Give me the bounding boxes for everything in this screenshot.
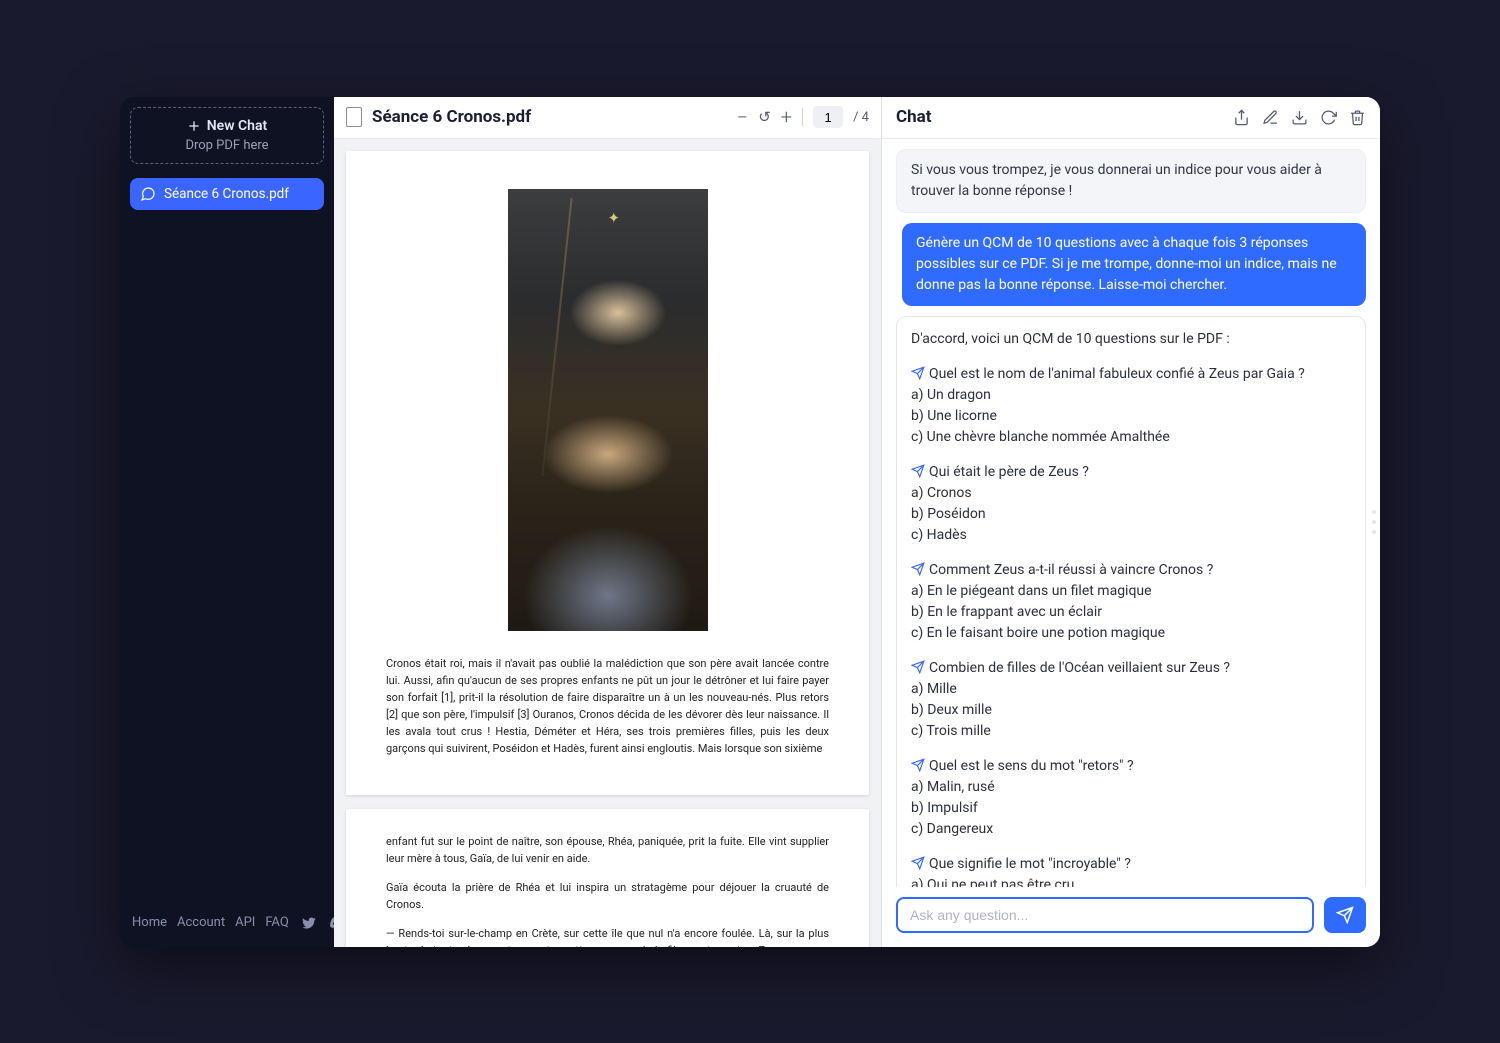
zoom-out-button[interactable]: − [737,107,748,127]
send-outline-icon [911,758,925,772]
pdf-title: Séance 6 Cronos.pdf [372,107,531,127]
trash-icon[interactable] [1349,109,1366,126]
pdf-toolbar: − ↺ + / 4 [737,106,869,128]
pdf-page-1: Cronos était roi, mais il n'avait pas ou… [346,151,869,795]
page-number-input[interactable] [813,106,843,128]
footer-link-api[interactable]: API [235,915,255,930]
sidebar: New Chat Drop PDF here Séance 6 Cronos.p… [120,97,334,947]
new-chat-dropzone[interactable]: New Chat Drop PDF here [130,107,324,164]
qcm-question-2: Qui était le père de Zeus ? a) Cronos b)… [911,462,1351,546]
share-icon[interactable] [1233,109,1250,126]
pdf-page2-p1: enfant fut sur le point de naître, son é… [386,833,829,867]
qcm-question-5: Quel est le sens du mot "retors" ? a) Ma… [911,756,1351,840]
chat-scroll-area[interactable]: Si vous vous trompez, je vous donnerai u… [882,139,1380,887]
chat-title: Chat [896,107,932,127]
send-outline-icon [911,562,925,576]
send-outline-icon [911,464,925,478]
plus-icon [187,119,201,133]
send-outline-icon [911,366,925,380]
qcm-question-6: Que signifie le mot "incroyable" ? a) Qu… [911,854,1351,887]
footer-link-account[interactable]: Account [177,915,225,930]
pdf-page-2: enfant fut sur le point de naître, son é… [346,809,869,947]
send-button[interactable] [1324,897,1366,933]
chat-bubble-icon [140,186,156,202]
sidebar-item-label: Séance 6 Cronos.pdf [164,186,289,202]
pdf-scroll-area[interactable]: Cronos était roi, mais il n'avait pas ou… [334,139,881,947]
send-icon [1336,906,1354,924]
refresh-icon[interactable] [1320,109,1337,126]
pdf-pane: Séance 6 Cronos.pdf − ↺ + / 4 Cronos éta… [334,97,882,947]
twitter-icon[interactable] [301,915,317,931]
zoom-in-button[interactable]: + [781,107,792,127]
pdf-header: Séance 6 Cronos.pdf − ↺ + / 4 [334,97,881,139]
qcm-question-1: Quel est le nom de l'animal fabuleux con… [911,364,1351,448]
zoom-reset-button[interactable]: ↺ [758,108,771,126]
edit-icon[interactable] [1262,109,1279,126]
pdf-page2-p3: — Rends-toi sur-le-champ en Crète, sur c… [386,925,829,947]
chat-toolbar [1233,109,1366,126]
footer-link-faq[interactable]: FAQ [265,915,288,930]
pdf-painting-image [508,189,708,631]
qcm-question-4: Combien de filles de l'Océan veillaient … [911,658,1351,742]
app-window: New Chat Drop PDF here Séance 6 Cronos.p… [120,97,1380,947]
window-resize-handle[interactable] [1372,507,1376,537]
chat-header: Chat [882,97,1380,139]
chat-input-row [882,887,1380,947]
qcm-intro: D'accord, voici un QCM de 10 questions s… [911,331,1230,347]
chat-msg-text: Si vous vous trompez, je vous donnerai u… [911,162,1322,199]
chat-msg-text: Génère un QCM de 10 questions avec à cha… [916,235,1337,293]
sidebar-item-active-chat[interactable]: Séance 6 Cronos.pdf [130,178,324,210]
chat-input[interactable] [896,897,1314,933]
drop-pdf-hint: Drop PDF here [141,138,313,153]
page-total-label: / 4 [853,110,869,125]
toolbar-separator [802,108,803,126]
download-icon[interactable] [1291,109,1308,126]
chat-pane: Chat Si vous vous trompez, je vous donne… [882,97,1380,947]
sidebar-footer: Home Account API FAQ [130,909,324,937]
chat-msg-user: Génère un QCM de 10 questions avec à cha… [902,223,1366,306]
chat-msg-assistant-qcm: D'accord, voici un QCM de 10 questions s… [896,316,1366,887]
send-outline-icon [911,660,925,674]
main-area: Séance 6 Cronos.pdf − ↺ + / 4 Cronos éta… [334,97,1380,947]
send-outline-icon [911,856,925,870]
footer-link-home[interactable]: Home [132,915,167,930]
pdf-page2-p2: Gaïa écouta la prière de Rhéa et lui ins… [386,879,829,913]
qcm-question-3: Comment Zeus a-t-il réussi à vaincre Cro… [911,560,1351,644]
pdf-page1-text: Cronos était roi, mais il n'avait pas ou… [386,655,829,757]
chat-msg-assistant-previous: Si vous vous trompez, je vous donnerai u… [896,149,1366,213]
document-icon [346,107,362,127]
new-chat-label: New Chat [207,118,267,134]
